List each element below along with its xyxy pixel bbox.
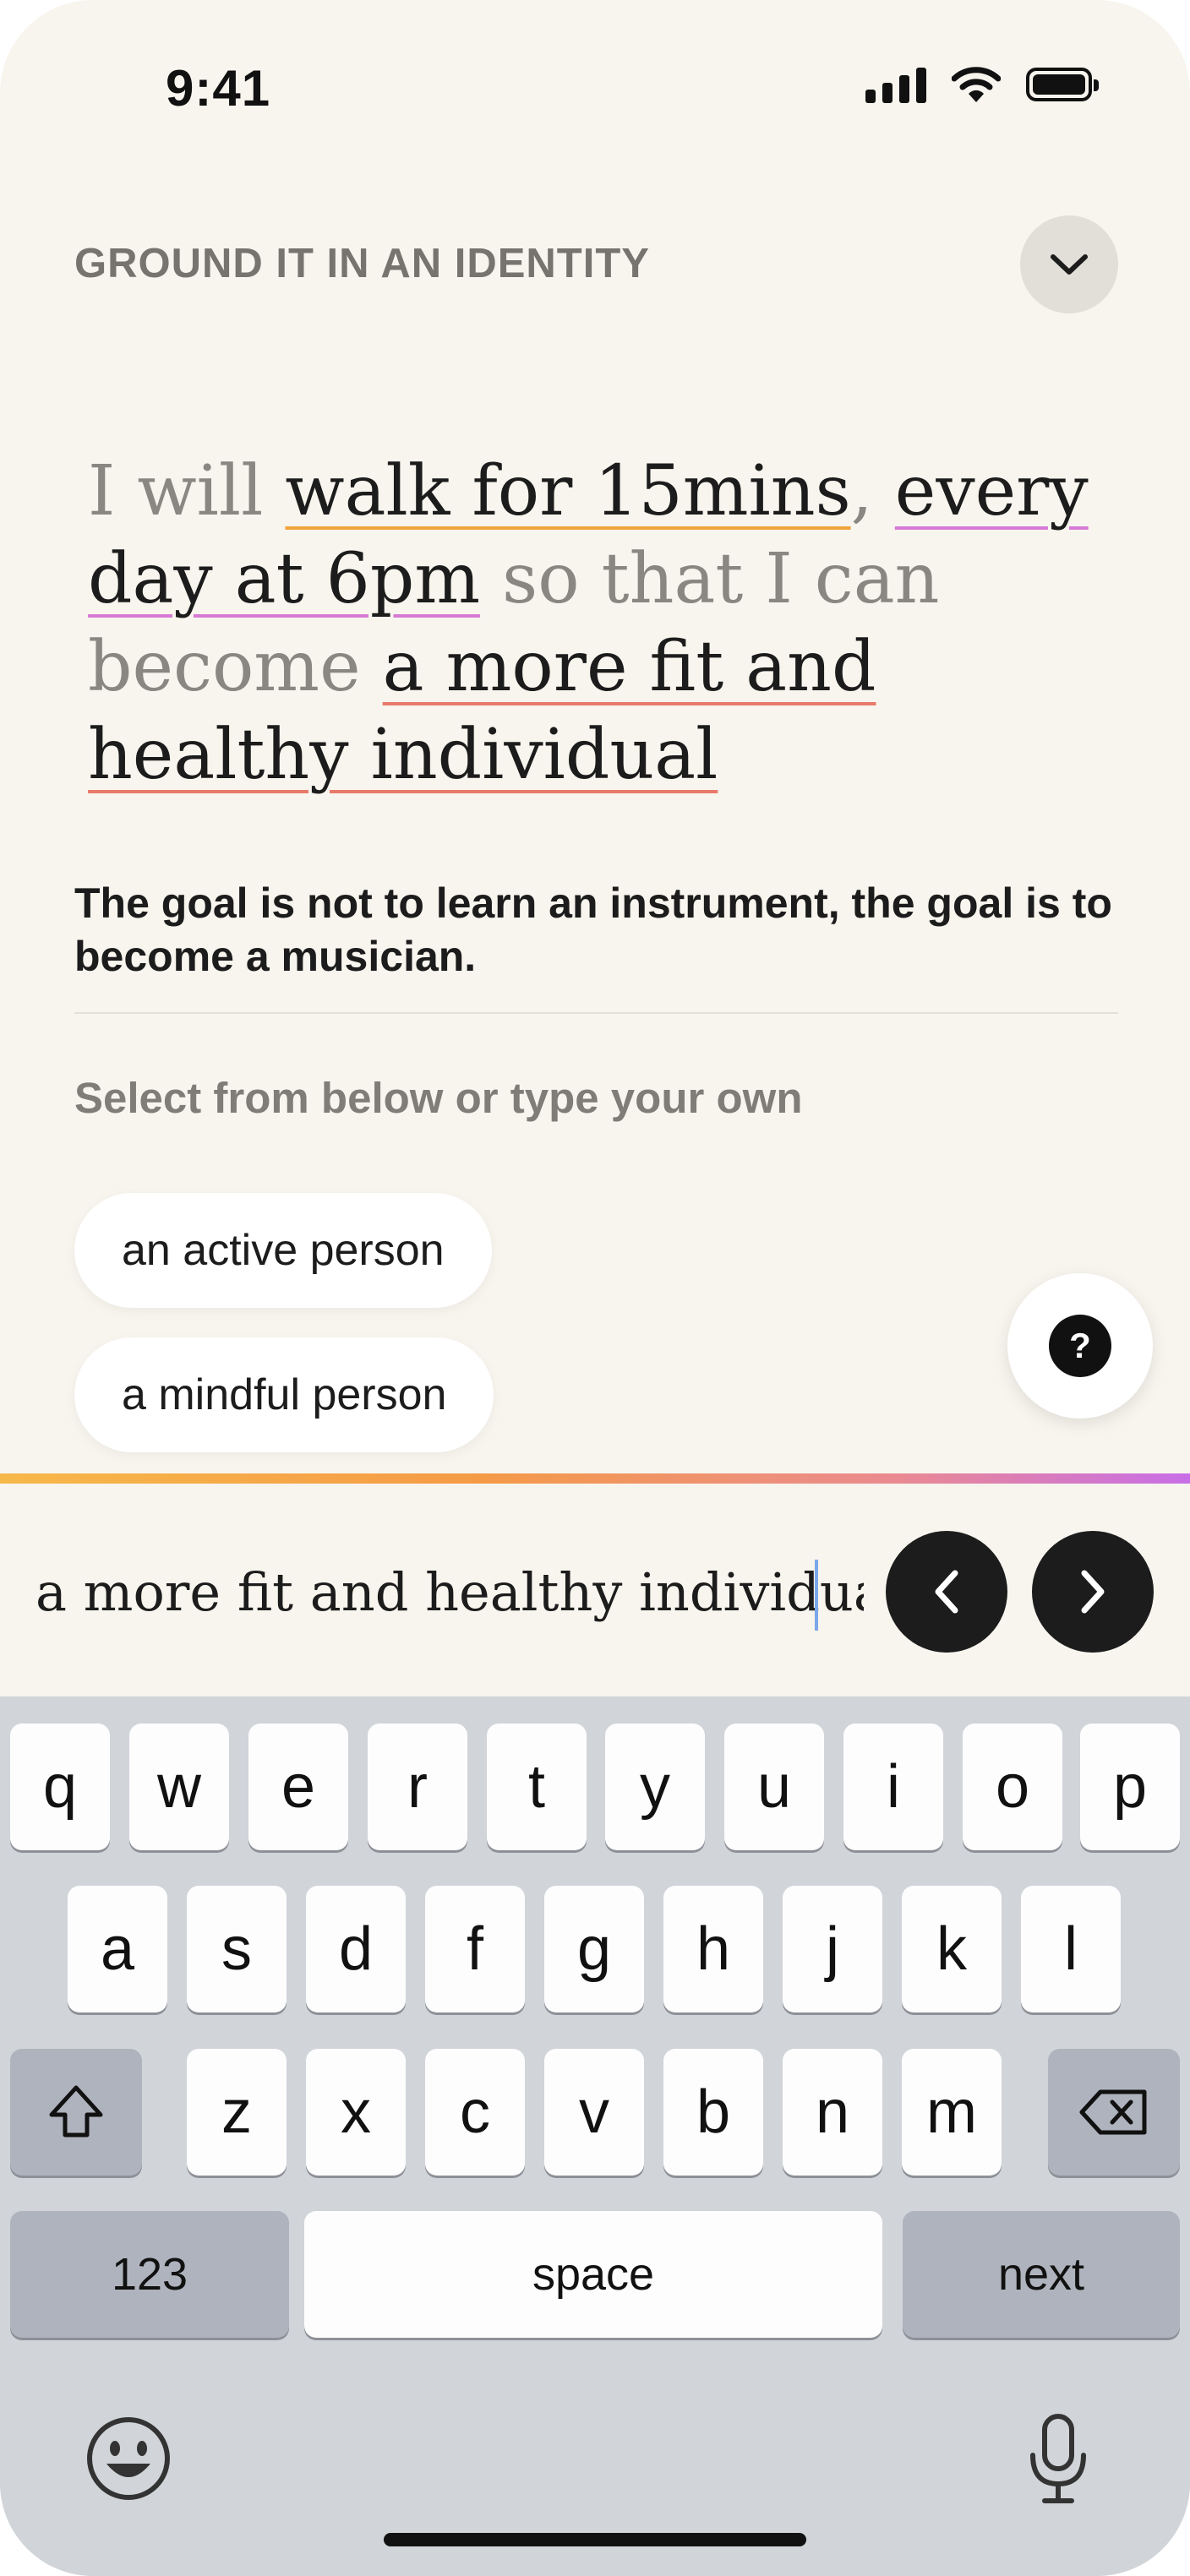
home-indicator[interactable]: [384, 2533, 806, 2546]
microphone-icon: [1030, 2414, 1086, 2503]
battery-icon: [1026, 68, 1099, 101]
key-f[interactable]: f: [425, 1886, 525, 2012]
status-icons: [865, 66, 1099, 103]
suggestions-label: Select from below or type your own: [74, 1074, 803, 1122]
previous-button[interactable]: [886, 1531, 1007, 1653]
key-q[interactable]: q: [10, 1724, 110, 1850]
chevron-down-icon: [1051, 254, 1088, 275]
habit-sentence: I will walk for 15mins, every day at 6pm…: [88, 448, 1136, 799]
sentence-comma: ,: [850, 451, 895, 531]
key-x[interactable]: x: [306, 2049, 406, 2176]
suggestion-chip[interactable]: an active person: [74, 1193, 492, 1308]
suggestion-chip[interactable]: a mindful person: [74, 1337, 494, 1452]
key-s[interactable]: s: [187, 1886, 287, 2012]
text-caret: [815, 1560, 818, 1631]
key-z[interactable]: z: [187, 2049, 287, 2176]
key-c[interactable]: c: [425, 2049, 525, 2176]
key-y[interactable]: y: [605, 1724, 705, 1850]
shift-key[interactable]: [10, 2049, 142, 2176]
shift-icon: [49, 2085, 103, 2138]
accent-gradient-bar: [0, 1473, 1190, 1484]
key-j[interactable]: j: [783, 1886, 882, 2012]
space-key[interactable]: space: [304, 2211, 882, 2338]
wifi-icon: [952, 67, 1001, 102]
chevron-left-icon: [935, 1570, 958, 1614]
keyboard: q w e r t y u i o p a s d f g h j k l z …: [0, 1696, 1190, 2576]
key-r[interactable]: r: [368, 1724, 467, 1850]
key-n[interactable]: n: [783, 2049, 882, 2176]
chevron-right-icon: [1081, 1570, 1105, 1614]
key-u[interactable]: u: [724, 1724, 824, 1850]
key-o[interactable]: o: [963, 1724, 1062, 1850]
help-button[interactable]: ?: [1007, 1273, 1153, 1419]
cellular-signal-icon: [865, 66, 926, 103]
key-e[interactable]: e: [248, 1724, 348, 1850]
next-field-button[interactable]: [1032, 1531, 1154, 1653]
divider: [74, 1012, 1118, 1014]
key-k[interactable]: k: [902, 1886, 1002, 2012]
action-slot[interactable]: walk for 15mins: [285, 451, 850, 531]
key-l[interactable]: l: [1021, 1886, 1121, 2012]
next-key[interactable]: next: [903, 2211, 1180, 2338]
key-i[interactable]: i: [843, 1724, 943, 1850]
collapse-button[interactable]: [1020, 215, 1118, 313]
status-time: 9:41: [166, 60, 271, 117]
key-t[interactable]: t: [487, 1724, 587, 1850]
key-w[interactable]: w: [129, 1724, 229, 1850]
key-p[interactable]: p: [1080, 1724, 1180, 1850]
key-m[interactable]: m: [902, 2049, 1002, 2176]
sentence-intro: I will: [88, 451, 286, 531]
key-a[interactable]: a: [68, 1886, 167, 2012]
key-g[interactable]: g: [544, 1886, 644, 2012]
identity-input[interactable]: [35, 1561, 864, 1623]
emoji-button[interactable]: [85, 2415, 172, 2502]
key-b[interactable]: b: [663, 2049, 763, 2176]
emoji-icon: [87, 2417, 170, 2500]
input-row: [0, 1484, 1190, 1696]
backspace-icon: [1079, 2089, 1147, 2135]
backspace-key[interactable]: [1048, 2049, 1180, 2176]
section-title: GROUND IT IN AN IDENTITY: [74, 241, 650, 286]
question-icon: ?: [1049, 1315, 1111, 1377]
numbers-key[interactable]: 123: [10, 2211, 289, 2338]
identity-quote: The goal is not to learn an instrument, …: [74, 880, 1112, 980]
key-h[interactable]: h: [663, 1886, 763, 2012]
key-v[interactable]: v: [544, 2049, 644, 2176]
dictation-button[interactable]: [1024, 2413, 1092, 2506]
app-screen: 9:41 GROUND IT IN AN IDENTITY I will wal…: [0, 0, 1190, 2576]
key-d[interactable]: d: [306, 1886, 406, 2012]
